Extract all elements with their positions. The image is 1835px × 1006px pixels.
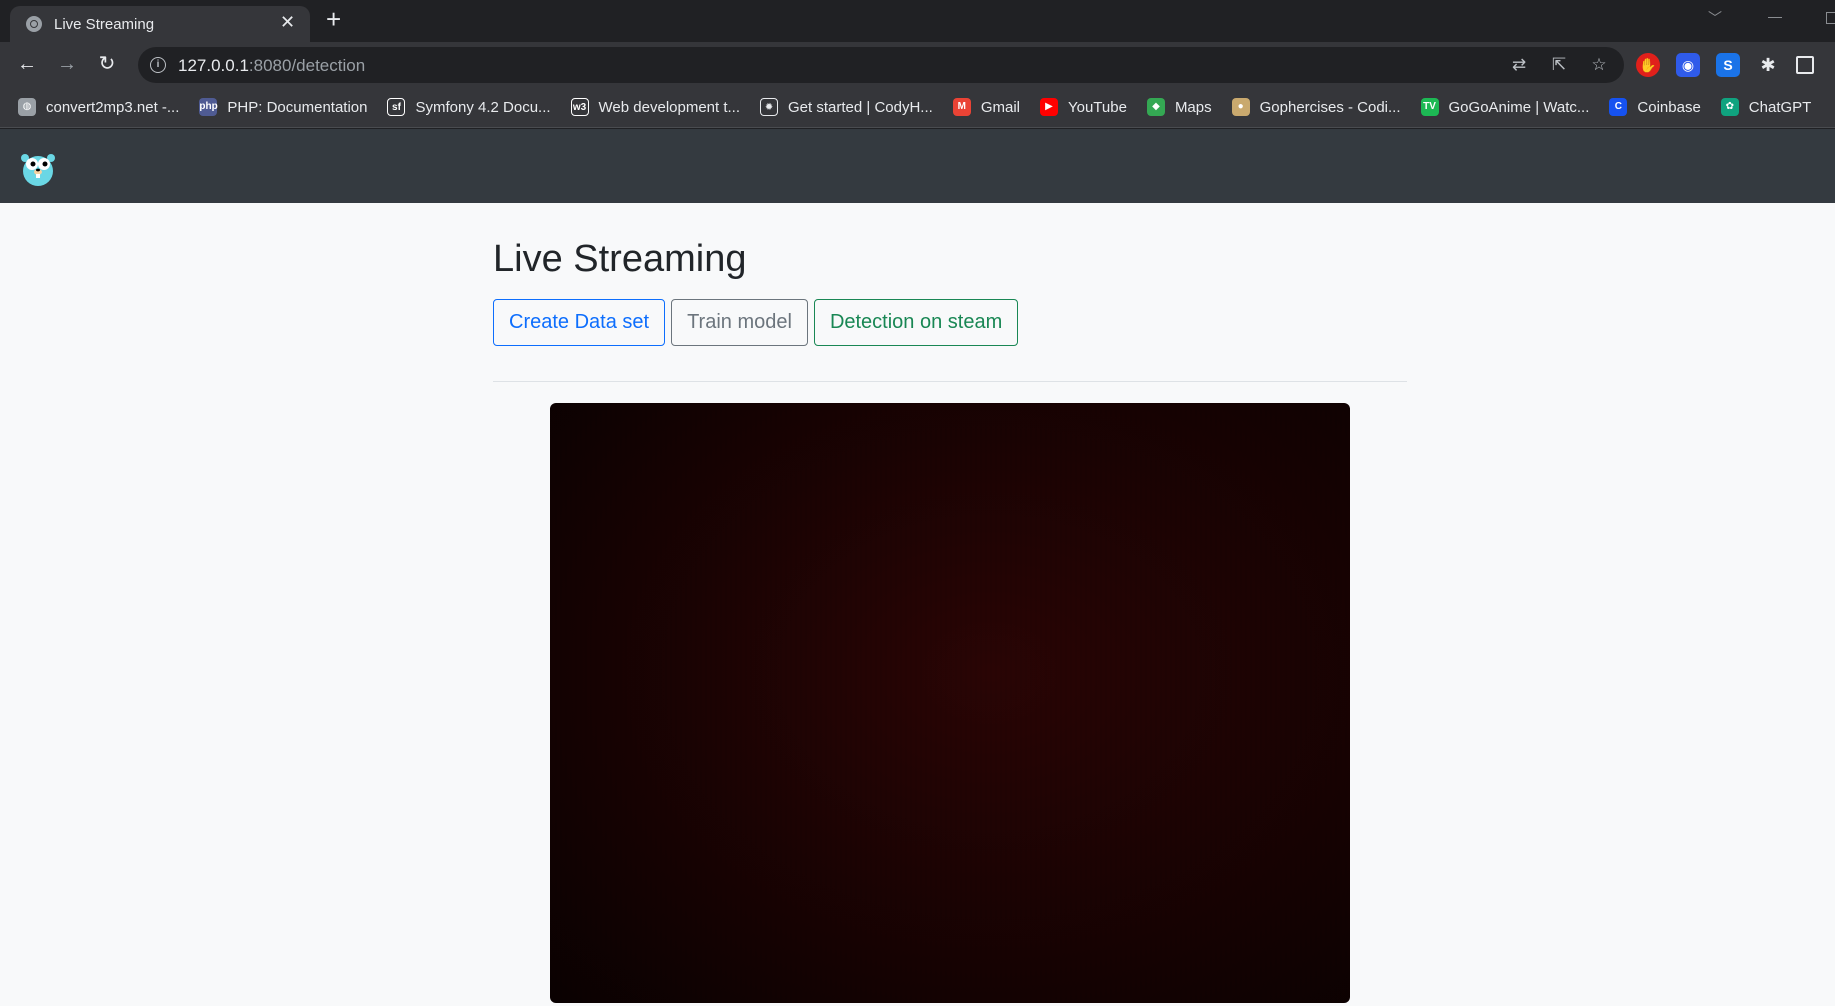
- maps-icon: ◆: [1146, 98, 1165, 116]
- bookmark-label: convert2mp3.net -...: [46, 98, 180, 116]
- bug-icon: ✹: [760, 98, 779, 116]
- star-icon[interactable]: ☆: [1588, 55, 1610, 75]
- tab-strip: Live Streaming ✕ + ﹀: [0, 0, 1835, 42]
- youtube-icon: ▶: [1039, 98, 1058, 116]
- bookmark-item[interactable]: M Gmail: [952, 96, 1020, 118]
- maximize-icon[interactable]: [1826, 12, 1835, 24]
- browser-tab[interactable]: Live Streaming ✕: [10, 6, 310, 42]
- back-icon[interactable]: ←: [14, 51, 40, 77]
- divider: [493, 381, 1407, 382]
- tab-close-icon[interactable]: ✕: [280, 12, 295, 32]
- side-panel-icon[interactable]: [1796, 56, 1814, 74]
- bookmarks-bar: ◍ convert2mp3.net -... php PHP: Documentati…: [0, 88, 1835, 128]
- bookmark-item[interactable]: ◆ Maps: [1146, 96, 1212, 118]
- page-viewport: Live Streaming Create Data set Train mod…: [0, 129, 1835, 1006]
- extension-s-icon[interactable]: S: [1716, 53, 1740, 77]
- adblock-icon[interactable]: ✋: [1636, 53, 1660, 77]
- address-bar[interactable]: i 127.0.0.1:8080/detection ⇄ ⇱ ☆: [138, 47, 1624, 83]
- bookmark-label: ChatGPT: [1748, 98, 1812, 116]
- bookmark-item[interactable]: ● Gophercises - Codi...: [1231, 96, 1401, 118]
- bookmark-label: Web development t...: [598, 98, 741, 116]
- w3schools-icon: w3: [570, 98, 589, 116]
- train-model-button[interactable]: Train model: [671, 299, 808, 346]
- bookmark-item[interactable]: sf Symfony 4.2 Docu...: [387, 96, 551, 118]
- app-navbar: [0, 129, 1835, 203]
- gopher-icon: ●: [1231, 98, 1250, 116]
- globe-icon: ◍: [18, 98, 36, 116]
- bookmark-item[interactable]: ◍ convert2mp3.net -...: [18, 96, 179, 118]
- symfony-icon: sf: [387, 98, 406, 116]
- bookmark-label: Symfony 4.2 Docu...: [415, 98, 551, 116]
- bookmark-item[interactable]: C Coinbase: [1609, 96, 1701, 118]
- bookmark-item[interactable]: ✹ Get started | CodyH...: [760, 96, 933, 118]
- tv-icon: TV: [1420, 98, 1439, 116]
- url-text[interactable]: 127.0.0.1:8080/detection: [178, 56, 365, 76]
- bookmark-label: Gophercises - Codi...: [1259, 98, 1401, 116]
- translate-icon[interactable]: ⇄: [1508, 55, 1530, 75]
- tab-title: Live Streaming: [54, 16, 155, 33]
- bookmark-label: PHP: Documentation: [227, 98, 368, 116]
- forward-icon[interactable]: →: [54, 51, 80, 77]
- bookmark-item[interactable]: ▶ YouTube: [1039, 96, 1127, 118]
- minimize-icon[interactable]: [1768, 17, 1782, 18]
- detection-button[interactable]: Detection on steam: [813, 299, 1019, 346]
- bookmark-label: GoGoAnime | Watc...: [1448, 98, 1590, 116]
- bookmark-label: Gmail: [980, 98, 1020, 116]
- gmail-icon: M: [952, 98, 971, 116]
- share-icon[interactable]: ⇱: [1548, 55, 1570, 75]
- browser-toolbar: ← → ↻ i 127.0.0.1:8080/detection ⇄ ⇱ ☆ ✋…: [0, 42, 1835, 88]
- tab-search-icon[interactable]: ﹀: [1708, 8, 1722, 28]
- bookmark-item[interactable]: ✿ ChatGPT: [1720, 96, 1812, 118]
- bookmark-item[interactable]: TV GoGoAnime | Watc...: [1420, 96, 1590, 118]
- php-icon: php: [199, 98, 218, 116]
- site-info-icon[interactable]: i: [150, 57, 166, 73]
- page-title: Live Streaming: [493, 238, 747, 280]
- create-dataset-button[interactable]: Create Data set: [493, 299, 666, 346]
- gopher-logo-icon[interactable]: [20, 149, 56, 187]
- camera-icon[interactable]: ◉: [1676, 53, 1700, 77]
- action-buttons: Create Data set Train model Detection on…: [493, 299, 1019, 346]
- reload-icon[interactable]: ↻: [94, 51, 120, 77]
- bookmark-label: Get started | CodyH...: [788, 98, 933, 116]
- bookmark-item[interactable]: w3 Web development t...: [570, 96, 741, 118]
- puzzle-icon[interactable]: ✱: [1756, 53, 1780, 77]
- new-tab-button[interactable]: +: [326, 6, 341, 32]
- bookmark-item[interactable]: php PHP: Documentation: [199, 96, 367, 118]
- globe-icon: [26, 16, 42, 32]
- video-stream: [550, 403, 1350, 1003]
- coinbase-icon: C: [1609, 98, 1628, 116]
- bookmark-label: YouTube: [1067, 98, 1127, 116]
- chatgpt-icon: ✿: [1720, 98, 1739, 116]
- bookmark-label: Maps: [1174, 98, 1212, 116]
- bookmark-label: Coinbase: [1637, 98, 1701, 116]
